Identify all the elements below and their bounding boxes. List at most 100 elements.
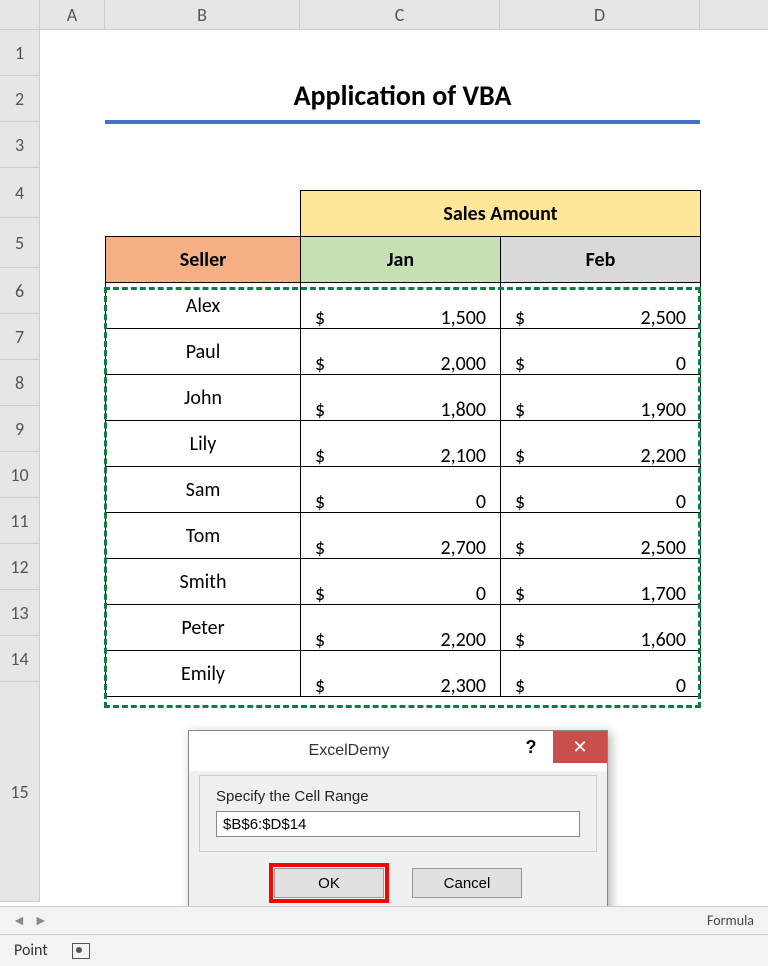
seller-cell[interactable]: Paul xyxy=(106,329,301,375)
dialog-body: Specify the Cell Range xyxy=(199,775,597,852)
row-header-column: 123456789101112131415 xyxy=(0,30,40,902)
seller-cell[interactable]: John xyxy=(106,375,301,421)
row-header-13[interactable]: 13 xyxy=(0,590,40,636)
amount-value: 2,200 xyxy=(440,628,486,652)
macro-record-icon[interactable] xyxy=(72,943,90,959)
amount-value: 0 xyxy=(676,352,686,376)
dialog-help-button[interactable]: ? xyxy=(509,731,553,763)
seller-cell[interactable]: Lily xyxy=(106,421,301,467)
amount-value: 2,500 xyxy=(640,306,686,330)
feb-cell[interactable]: $0 xyxy=(501,467,701,513)
currency-symbol: $ xyxy=(515,398,525,422)
row-header-11[interactable]: 11 xyxy=(0,498,40,544)
seller-cell[interactable]: Smith xyxy=(106,559,301,605)
seller-cell[interactable]: Emily xyxy=(106,651,301,697)
seller-cell[interactable]: Tom xyxy=(106,513,301,559)
header-feb[interactable]: Feb xyxy=(501,237,701,283)
data-table: Sales Amount Seller Jan Feb Alex$1,500$2… xyxy=(105,190,701,697)
col-header-B[interactable]: B xyxy=(105,0,300,29)
jan-cell[interactable]: $1,500 xyxy=(301,283,501,329)
row-header-8[interactable]: 8 xyxy=(0,360,40,406)
amount-value: 1,600 xyxy=(640,628,686,652)
currency-symbol: $ xyxy=(315,490,325,514)
jan-cell[interactable]: $0 xyxy=(301,467,501,513)
amount-value: 2,000 xyxy=(440,352,486,376)
amount-value: 1,700 xyxy=(640,582,686,606)
sheet-nav-buttons[interactable]: ◄ ► xyxy=(0,912,60,929)
jan-cell[interactable]: $2,000 xyxy=(301,329,501,375)
jan-cell[interactable]: $2,200 xyxy=(301,605,501,651)
cancel-button[interactable]: Cancel xyxy=(412,868,522,898)
table-row: Smith$0$1,700 xyxy=(106,559,701,605)
amount-value: 2,500 xyxy=(640,536,686,560)
jan-cell[interactable]: $2,100 xyxy=(301,421,501,467)
jan-cell[interactable]: $0 xyxy=(301,559,501,605)
amount-value: 0 xyxy=(476,582,486,606)
cell-range-input[interactable] xyxy=(216,811,580,837)
currency-symbol: $ xyxy=(515,536,525,560)
feb-cell[interactable]: $0 xyxy=(501,329,701,375)
col-header-C[interactable]: C xyxy=(300,0,500,29)
seller-cell[interactable]: Sam xyxy=(106,467,301,513)
table-row: Tom$2,700$2,500 xyxy=(106,513,701,559)
feb-cell[interactable]: $1,600 xyxy=(501,605,701,651)
feb-cell[interactable]: $1,900 xyxy=(501,375,701,421)
seller-cell[interactable]: Peter xyxy=(106,605,301,651)
currency-symbol: $ xyxy=(315,628,325,652)
amount-value: 2,100 xyxy=(440,444,486,468)
dialog-titlebar[interactable]: ExcelDemy ? ✕ xyxy=(189,731,607,771)
row-header-10[interactable]: 10 xyxy=(0,452,40,498)
row-header-2[interactable]: 2 xyxy=(0,76,40,122)
col-header-A[interactable]: A xyxy=(40,0,105,29)
empty-corner xyxy=(106,191,301,237)
feb-cell[interactable]: $2,500 xyxy=(501,283,701,329)
row-header-4[interactable]: 4 xyxy=(0,168,40,218)
title-underline xyxy=(105,120,700,124)
sheet-nav-next-icon[interactable]: ► xyxy=(34,912,48,929)
table-row: John$1,800$1,900 xyxy=(106,375,701,421)
header-row-1: Sales Amount xyxy=(106,191,701,237)
table-row: Peter$2,200$1,600 xyxy=(106,605,701,651)
feb-cell[interactable]: $0 xyxy=(501,651,701,697)
column-header-row: A B C D xyxy=(0,0,768,30)
jan-cell[interactable]: $2,300 xyxy=(301,651,501,697)
row-header-15[interactable]: 15 xyxy=(0,682,40,902)
col-header-D[interactable]: D xyxy=(500,0,700,29)
row-header-1[interactable]: 1 xyxy=(0,30,40,76)
currency-symbol: $ xyxy=(515,490,525,514)
row-header-14[interactable]: 14 xyxy=(0,636,40,682)
ok-button[interactable]: OK xyxy=(274,868,384,898)
amount-value: 0 xyxy=(676,490,686,514)
row-header-3[interactable]: 3 xyxy=(0,122,40,168)
feb-cell[interactable]: $1,700 xyxy=(501,559,701,605)
table-row: Lily$2,100$2,200 xyxy=(106,421,701,467)
jan-cell[interactable]: $1,800 xyxy=(301,375,501,421)
header-seller[interactable]: Seller xyxy=(106,237,301,283)
currency-symbol: $ xyxy=(515,444,525,468)
amount-value: 1,900 xyxy=(640,398,686,422)
amount-value: 2,200 xyxy=(640,444,686,468)
sheet-tab[interactable]: Formula xyxy=(707,912,768,929)
row-header-7[interactable]: 7 xyxy=(0,314,40,360)
header-jan[interactable]: Jan xyxy=(301,237,501,283)
seller-cell[interactable]: Alex xyxy=(106,283,301,329)
jan-cell[interactable]: $2,700 xyxy=(301,513,501,559)
currency-symbol: $ xyxy=(315,306,325,330)
currency-symbol: $ xyxy=(515,352,525,376)
currency-symbol: $ xyxy=(315,674,325,698)
dialog-close-button[interactable]: ✕ xyxy=(553,731,607,763)
amount-value: 1,500 xyxy=(440,306,486,330)
row-header-6[interactable]: 6 xyxy=(0,268,40,314)
sheet-nav-prev-icon[interactable]: ◄ xyxy=(12,912,26,929)
spreadsheet: A B C D 123456789101112131415 Applicatio… xyxy=(0,0,768,30)
select-all-corner[interactable] xyxy=(0,0,40,29)
amount-value: 0 xyxy=(676,674,686,698)
feb-cell[interactable]: $2,500 xyxy=(501,513,701,559)
row-header-5[interactable]: 5 xyxy=(0,218,40,268)
header-sales-amount[interactable]: Sales Amount xyxy=(301,191,701,237)
page-title: Application of VBA xyxy=(105,78,700,113)
row-header-12[interactable]: 12 xyxy=(0,544,40,590)
row-header-9[interactable]: 9 xyxy=(0,406,40,452)
feb-cell[interactable]: $2,200 xyxy=(501,421,701,467)
amount-value: 1,800 xyxy=(440,398,486,422)
